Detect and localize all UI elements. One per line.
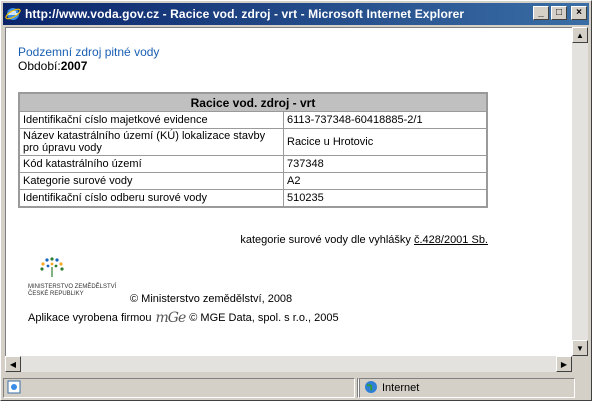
close-button[interactable]: ×: [571, 6, 587, 20]
scroll-corner: [572, 356, 588, 372]
mge-copyright: © MGE Data, spol. s r.o., 2005: [189, 312, 339, 324]
row-key: Kategorie surové vody: [18, 172, 284, 190]
row-value: 6113-737348-60418885-2/1: [283, 111, 488, 129]
row-key: Název katastrálního území (KÚ) lokalizac…: [18, 128, 284, 156]
app-made-by: Aplikace vyrobena firmou: [28, 312, 152, 324]
maximize-button[interactable]: □: [551, 6, 567, 20]
row-key: Identifikační císlo odberu surové vody: [18, 189, 284, 208]
arrow-down-icon: ▼: [576, 343, 584, 353]
row-key: Kód katastrálního území: [18, 155, 284, 173]
ministry-copyright: © Ministerstvo zemědělství, 2008: [130, 293, 293, 305]
table-row: Kód katastrálního území 737348: [18, 155, 488, 173]
category-note: kategorie surové vody dle vyhlášky č.428…: [240, 234, 488, 246]
arrow-right-icon: ▶: [560, 359, 568, 369]
close-icon: ×: [576, 7, 582, 18]
status-main: [3, 378, 355, 398]
status-bar: Internet: [3, 378, 589, 398]
vertical-scrollbar[interactable]: ▲ ▼: [572, 27, 588, 357]
table-row: Název katastrálního území (KÚ) lokalizac…: [18, 128, 488, 156]
app-credit: Aplikace vyrobena firmou mGe © MGE Data,…: [28, 310, 339, 326]
decree-link[interactable]: č.428/2001 Sb.: [414, 234, 488, 246]
zone-label: Internet: [382, 382, 420, 394]
row-value: A2: [283, 172, 488, 190]
mge-logo: mGe: [155, 310, 187, 326]
arrow-left-icon: ◀: [9, 359, 17, 369]
period-value: 2007: [60, 59, 88, 73]
row-value: Racice u Hrotovic: [283, 128, 488, 156]
page-content: Podzemní zdroj pitné vody Období:2007 Ra…: [5, 27, 573, 357]
table-caption: Racice vod. zdroj - vrt: [18, 92, 488, 112]
scroll-up-button[interactable]: ▲: [572, 27, 588, 43]
period-line: Období:2007: [18, 59, 87, 73]
row-value: 737348: [283, 155, 488, 173]
row-key: Identifikační císlo majetkové evidence: [18, 111, 284, 129]
horizontal-scrollbar[interactable]: ◀ ▶: [5, 356, 572, 372]
row-value: 510235: [283, 189, 488, 208]
globe-icon: [364, 380, 378, 397]
scroll-left-button[interactable]: ◀: [5, 356, 21, 372]
table-row: Identifikační císlo majetkové evidence 61…: [18, 111, 488, 129]
scroll-right-button[interactable]: ▶: [556, 356, 572, 372]
water-source-table: Racice vod. zdroj - vrt Identifikační cí…: [18, 92, 488, 208]
table-row: Kategorie surové vody A2: [18, 172, 488, 190]
status-zone: Internet: [359, 378, 575, 398]
note-text: kategorie surové vody dle vyhlášky: [240, 234, 414, 246]
minimize-button[interactable]: _: [533, 6, 549, 20]
page-done-icon: [7, 380, 21, 397]
ministry-logo-text: MINISTERSTVO ZEMĚDĚLSTVÍ ČESKÉ REPUBLIKY: [28, 284, 117, 297]
period-label: Období:: [18, 59, 61, 73]
table-row: Identifikační císlo odberu surové vody 51…: [18, 189, 488, 208]
browser-window: http://www.voda.gov.cz - Racice vod. zdr…: [0, 0, 592, 401]
arrow-up-icon: ▲: [576, 30, 584, 40]
ministry-logo: MINISTERSTVO ZEMĚDĚLSTVÍ ČESKÉ REPUBLIKY: [28, 255, 116, 303]
scroll-down-button[interactable]: ▼: [572, 340, 588, 356]
minimize-icon: _: [538, 7, 544, 18]
page-heading: Podzemní zdroj pitné vody: [18, 45, 160, 59]
title-bar[interactable]: http://www.voda.gov.cz - Racice vod. zdr…: [3, 3, 589, 25]
window-title: http://www.voda.gov.cz - Racice vod. zdr…: [25, 7, 465, 21]
internet-explorer-icon: [5, 6, 21, 22]
maximize-icon: □: [555, 7, 563, 18]
